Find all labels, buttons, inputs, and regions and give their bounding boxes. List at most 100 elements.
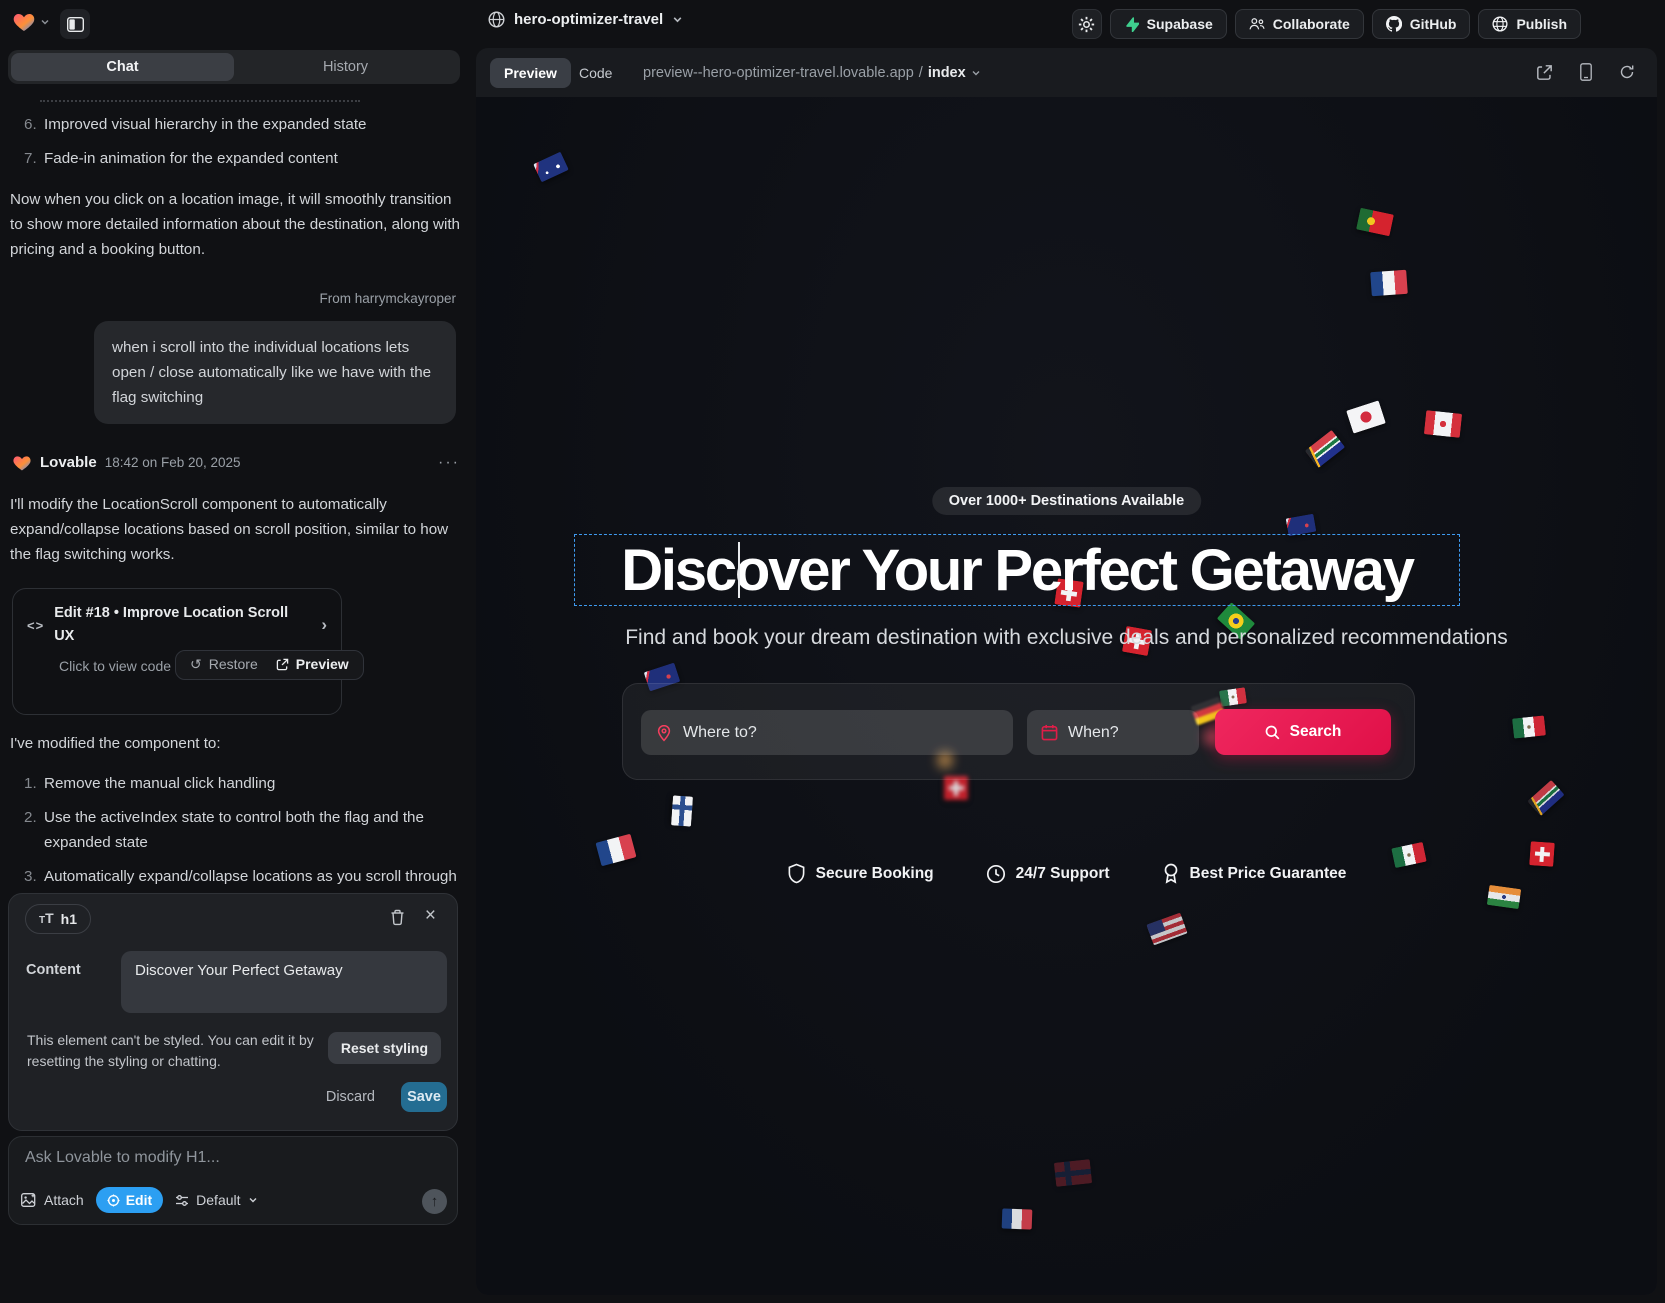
content-textarea[interactable]: Discover Your Perfect Getaway xyxy=(121,951,447,1013)
chat-composer: Attach Edit xyxy=(8,1136,458,1225)
edit-version-card[interactable]: <> Edit #18 • Improve Location Scroll UX… xyxy=(12,588,342,716)
preview-url-bar[interactable]: preview--hero-optimizer-travel.lovable.a… xyxy=(643,65,981,81)
phone-icon xyxy=(1580,63,1592,81)
restore-button[interactable]: ↺ Restore xyxy=(190,653,258,676)
user-message-bubble: when i scroll into the individual locati… xyxy=(94,321,456,424)
chevron-down-icon xyxy=(248,1195,258,1205)
selected-h1-element[interactable]: Discover Your Perfect Getaway xyxy=(575,535,1459,605)
url-separator: / xyxy=(919,65,923,81)
list-item: 3.Automatically expand/collapse location… xyxy=(12,864,460,892)
assistant-paragraph: I've modified the component to: xyxy=(10,731,462,756)
attach-button[interactable]: Attach xyxy=(21,1192,84,1208)
mode-selector[interactable]: Default xyxy=(175,1192,257,1208)
refresh-icon xyxy=(1619,64,1635,80)
send-button[interactable]: ↑ xyxy=(422,1189,447,1214)
tab-code[interactable]: Code xyxy=(579,65,612,81)
hero-title: Discover Your Perfect Getaway xyxy=(621,537,1413,604)
close-panel-button[interactable]: × xyxy=(425,906,436,925)
styling-note: This element can't be styled. You can ed… xyxy=(27,1030,337,1072)
list-item: 2.Use the activeIndex state to control b… xyxy=(12,805,460,855)
code-icon: <> xyxy=(27,615,44,636)
supabase-icon xyxy=(1124,17,1139,32)
project-selector[interactable]: hero-optimizer-travel xyxy=(488,11,683,28)
publish-label: Publish xyxy=(1516,16,1567,32)
edit-card-header: <> Edit #18 • Improve Location Scroll UX… xyxy=(27,602,327,650)
restore-label: Restore xyxy=(209,653,258,676)
improvement-list: 6.Improved visual hierarchy in the expan… xyxy=(12,112,460,171)
search-label: Search xyxy=(1290,723,1342,741)
mode-label: Default xyxy=(196,1192,240,1208)
chevron-down-icon xyxy=(672,14,683,25)
lovable-heart-icon xyxy=(12,10,36,34)
sliders-icon xyxy=(175,1194,189,1207)
chat-scroll-area[interactable]: 6.Improved visual hierarchy in the expan… xyxy=(0,92,472,892)
attach-label: Attach xyxy=(44,1192,84,1208)
message-timestamp: 18:42 on Feb 20, 2025 xyxy=(105,452,241,474)
refresh-button[interactable] xyxy=(1619,64,1635,80)
github-button[interactable]: GitHub xyxy=(1372,9,1471,39)
tab-preview[interactable]: Preview xyxy=(490,58,571,88)
preview-viewport[interactable]: Over 1000+ Destinations Available Discov… xyxy=(476,97,1657,1295)
feature-label: 24/7 Support xyxy=(1016,865,1110,883)
publish-button[interactable]: Publish xyxy=(1478,9,1581,39)
search-icon xyxy=(1265,725,1280,740)
where-to-placeholder: Where to? xyxy=(683,724,757,742)
discard-button[interactable]: Discard xyxy=(326,1089,375,1105)
tab-chat[interactable]: Chat xyxy=(11,53,234,81)
settings-button[interactable] xyxy=(1072,9,1102,39)
assistant-name: Lovable xyxy=(40,451,97,476)
delete-element-button[interactable] xyxy=(390,909,405,926)
assistant-header-row: Lovable 18:42 on Feb 20, 2025 ··· xyxy=(12,450,460,476)
feature-label: Secure Booking xyxy=(816,865,934,883)
when-input[interactable]: When? xyxy=(1027,710,1199,755)
features-row: Secure Booking 24/7 Support xyxy=(476,863,1657,884)
composer-input[interactable] xyxy=(25,1149,425,1167)
mobile-view-button[interactable] xyxy=(1580,63,1592,81)
when-placeholder: When? xyxy=(1068,724,1119,742)
supabase-label: Supabase xyxy=(1147,16,1213,32)
lovable-heart-icon xyxy=(12,453,32,473)
calendar-icon xyxy=(1041,724,1058,741)
assistant-paragraph: Now when you click on a location image, … xyxy=(10,187,462,262)
chevron-down-icon xyxy=(40,17,50,27)
lovable-logo-menu[interactable] xyxy=(12,10,50,34)
edit-label: Edit xyxy=(126,1192,152,1208)
element-editor-panel: TT h1 × Content Discover Your Perfect Ge… xyxy=(8,893,458,1131)
github-icon xyxy=(1386,16,1402,32)
external-link-icon xyxy=(276,658,289,671)
where-to-input[interactable]: Where to? xyxy=(641,710,1013,755)
list-item: 6.Improved visual hierarchy in the expan… xyxy=(12,112,460,137)
version-actions: ↺ Restore Preview xyxy=(175,650,364,680)
modified-list: 1.Remove the manual click handling 2.Use … xyxy=(12,771,460,892)
people-icon xyxy=(1249,17,1265,31)
hero-section: Over 1000+ Destinations Available Discov… xyxy=(476,97,1657,1295)
preview-toolbar-icons xyxy=(1536,63,1635,81)
feature-support: 24/7 Support xyxy=(986,863,1110,884)
clock-icon xyxy=(986,864,1006,884)
list-item: 1.Remove the manual click handling xyxy=(12,771,460,796)
preview-panel: Preview Code preview--hero-optimizer-tra… xyxy=(476,48,1657,1295)
tab-history[interactable]: History xyxy=(234,53,457,81)
message-menu-button[interactable]: ··· xyxy=(438,450,460,476)
element-tag-chip[interactable]: TT h1 xyxy=(25,904,91,934)
feature-secure-booking: Secure Booking xyxy=(787,863,934,884)
feature-label: Best Price Guarantee xyxy=(1190,865,1347,883)
shield-icon xyxy=(787,863,806,884)
panel-left-icon xyxy=(67,17,84,32)
supabase-button[interactable]: Supabase xyxy=(1110,9,1227,39)
open-in-new-tab-button[interactable] xyxy=(1536,64,1553,81)
save-button[interactable]: Save xyxy=(401,1082,447,1112)
reset-styling-button[interactable]: Reset styling xyxy=(328,1032,441,1064)
edit-mode-button[interactable]: Edit xyxy=(96,1187,163,1213)
destinations-badge: Over 1000+ Destinations Available xyxy=(932,487,1201,515)
chat-sidebar: Chat History 6.Improved visual hierarchy… xyxy=(0,48,472,1303)
preview-version-button[interactable]: Preview xyxy=(276,653,349,676)
sidebar-toggle-button[interactable] xyxy=(60,9,90,39)
collaborate-button[interactable]: Collaborate xyxy=(1235,9,1364,39)
hero-subtitle: Find and book your dream destination wit… xyxy=(476,626,1657,650)
url-path: index xyxy=(928,65,966,81)
search-panel: Where to? When? xyxy=(622,683,1415,780)
image-icon xyxy=(21,1193,37,1207)
gear-icon xyxy=(1078,16,1095,33)
search-button[interactable]: Search xyxy=(1215,709,1391,755)
